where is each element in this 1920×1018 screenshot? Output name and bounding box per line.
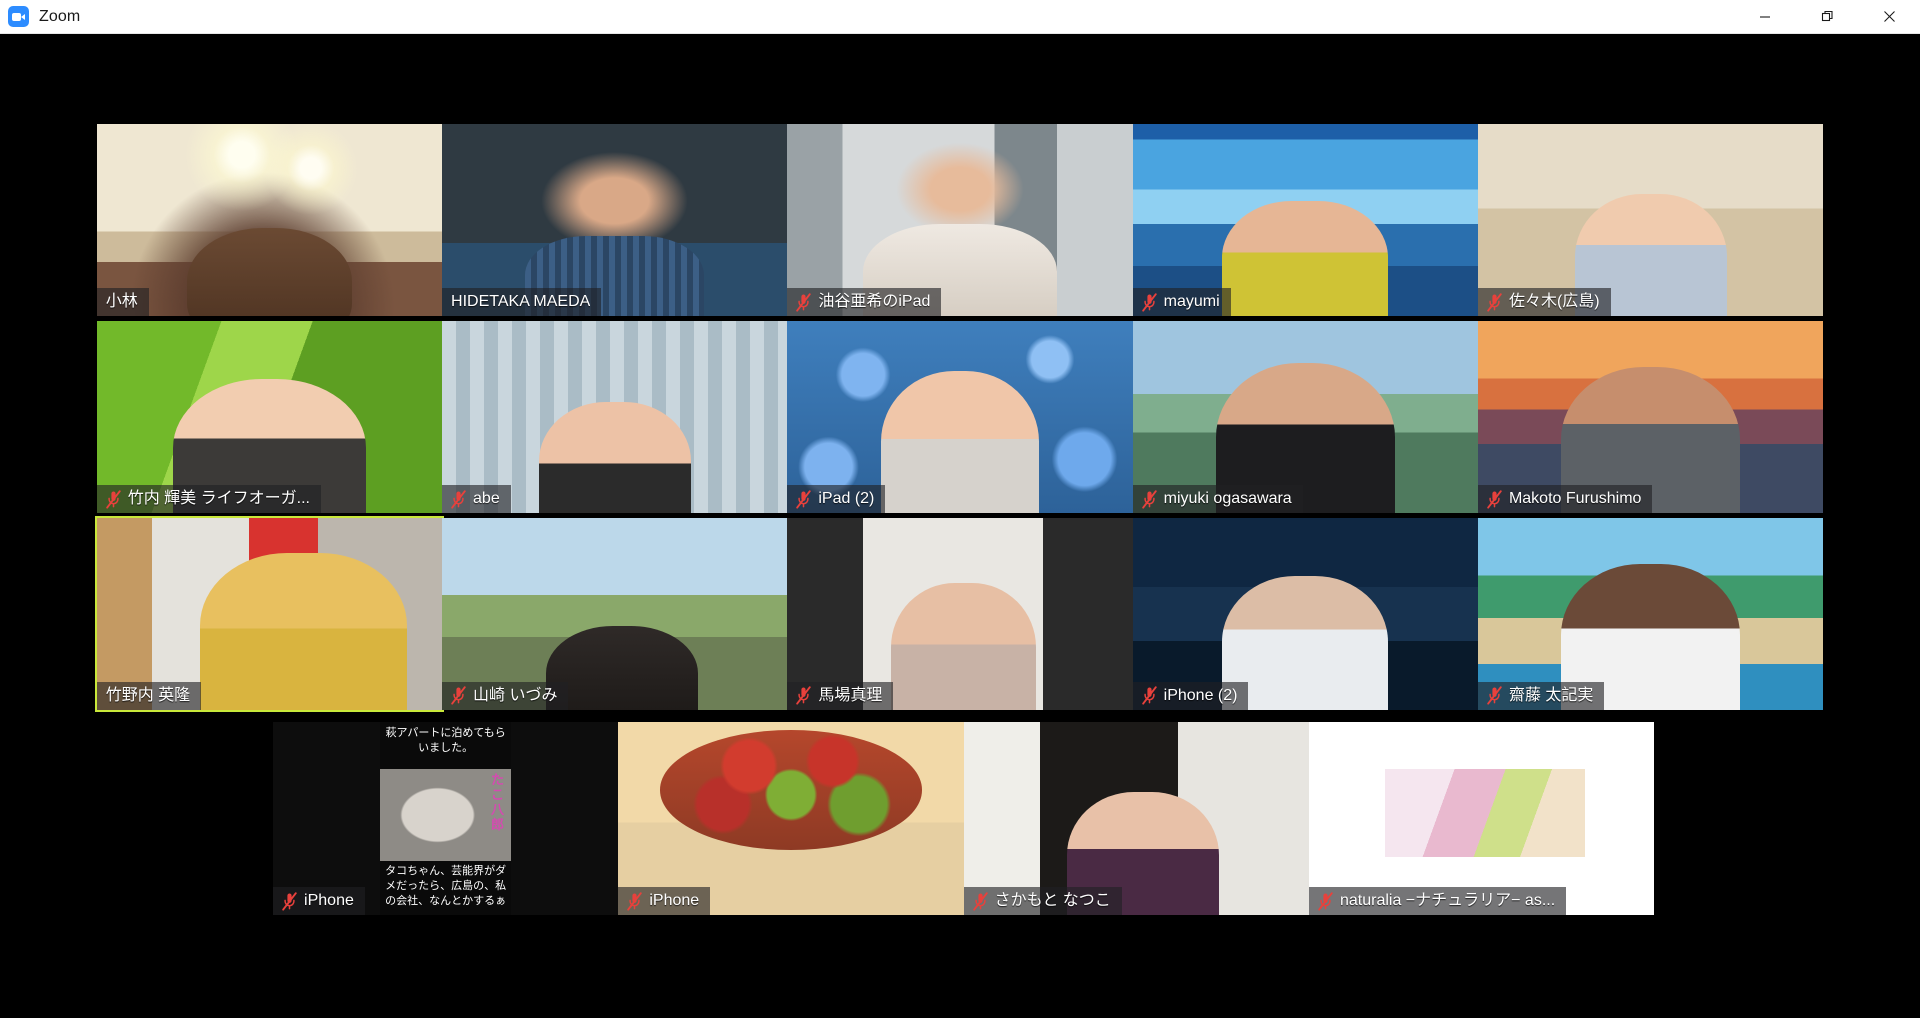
participant-tile[interactable]: iPad (2) bbox=[787, 321, 1133, 514]
participant-nameplate: miyuki ogasawara bbox=[1132, 485, 1303, 514]
window-title: Zoom bbox=[39, 7, 81, 25]
mute-microphone-icon bbox=[1487, 489, 1502, 509]
participant-tile[interactable]: miyuki ogasawara bbox=[1132, 321, 1478, 514]
participant-tile[interactable]: 小林 bbox=[96, 124, 443, 317]
participant-name: iPhone (2) bbox=[1163, 686, 1238, 704]
participant-name: mayumi bbox=[1163, 293, 1220, 311]
participant-nameplate: iPhone bbox=[618, 887, 711, 916]
participant-nameplate: mayumi bbox=[1132, 288, 1231, 317]
participant-tile[interactable]: 竹内 輝美 ライフオーガ... bbox=[96, 321, 443, 514]
participant-name: HIDETAKA MAEDA bbox=[451, 293, 591, 311]
mute-microphone-icon bbox=[282, 892, 297, 911]
video-gallery: 小林 HIDETAKA MAEDA 油谷亜希のiPad mayumi 佐々木(広島… bbox=[0, 34, 1920, 1018]
participant-tile[interactable]: 萩アパートに泊めてもら いました。タコちゃん、芸能界がダ メだったら、広島の、私 の会… bbox=[273, 722, 619, 916]
caption-line: いました。 bbox=[418, 742, 474, 755]
participant-nameplate: 竹野内 英隆 bbox=[96, 681, 202, 710]
participant-name: 山崎 いづみ bbox=[473, 686, 558, 704]
participant-name: 佐々木(広島) bbox=[1508, 293, 1600, 311]
participant-tile[interactable]: abe bbox=[442, 321, 788, 514]
mute-microphone-icon bbox=[451, 489, 466, 509]
participant-nameplate: 馬場真理 bbox=[787, 681, 894, 710]
participant-name: 馬場真理 bbox=[818, 686, 883, 704]
zoom-camera-icon bbox=[8, 6, 29, 27]
participant-name: iPad (2) bbox=[818, 490, 875, 508]
participant-tile[interactable]: mayumi bbox=[1132, 124, 1478, 317]
minimize-icon bbox=[1760, 15, 1770, 18]
participant-name: 油谷亜希のiPad bbox=[818, 293, 931, 311]
participant-name: iPhone bbox=[304, 892, 354, 910]
participant-nameplate: iPhone (2) bbox=[1132, 681, 1249, 710]
participant-name: miyuki ogasawara bbox=[1163, 490, 1292, 508]
participant-tile[interactable]: naturalia −ナチュラリア− as... bbox=[1308, 722, 1655, 916]
participant-name: 齋藤 太記実 bbox=[1508, 686, 1594, 704]
mute-microphone-icon bbox=[1141, 293, 1157, 312]
participant-tile[interactable]: 竹野内 英隆 bbox=[94, 516, 445, 712]
participant-nameplate: iPhone bbox=[273, 887, 365, 916]
participant-name: 竹内 輝美 ライフオーガ... bbox=[127, 490, 310, 508]
mute-microphone-icon bbox=[627, 892, 643, 911]
participant-name: 小林 bbox=[105, 293, 138, 311]
participant-name: iPhone bbox=[649, 892, 700, 910]
mute-microphone-icon bbox=[1141, 489, 1157, 509]
participant-tile[interactable]: 油谷亜希のiPad bbox=[787, 124, 1133, 317]
shared-photo: 萩アパートに泊めてもら いました。タコちゃん、芸能界がダ メだったら、広島の、私 の会… bbox=[380, 722, 512, 916]
mute-microphone-icon bbox=[796, 293, 812, 312]
participant-tile[interactable]: 齋藤 太記実 bbox=[1477, 518, 1824, 710]
title-bar: Zoom bbox=[0, 0, 1920, 34]
participant-tile[interactable]: iPhone (2) bbox=[1132, 518, 1478, 710]
participant-nameplate: naturalia −ナチュラリア− as... bbox=[1308, 887, 1567, 916]
participant-nameplate: 油谷亜希のiPad bbox=[787, 288, 942, 317]
participant-tile[interactable]: さかもと なつこ bbox=[963, 722, 1309, 916]
participant-nameplate: iPad (2) bbox=[787, 485, 886, 514]
participant-nameplate: Makoto Furushimo bbox=[1477, 485, 1653, 514]
mute-microphone-icon bbox=[796, 489, 812, 509]
participant-nameplate: 小林 bbox=[96, 288, 149, 317]
restore-icon bbox=[1821, 10, 1833, 22]
caption-line: メだったら、広島の、私 bbox=[385, 880, 507, 893]
shared-photo-side-caption: たこ八郎 bbox=[491, 772, 505, 833]
window-controls bbox=[1734, 0, 1920, 34]
participant-name: abe bbox=[473, 490, 500, 508]
participant-name: Makoto Furushimo bbox=[1508, 490, 1642, 508]
mute-microphone-icon bbox=[972, 892, 988, 911]
mute-microphone-icon bbox=[1487, 686, 1502, 706]
participant-nameplate: 佐々木(広島) bbox=[1477, 288, 1611, 317]
maximize-button[interactable] bbox=[1796, 0, 1858, 34]
mute-microphone-icon bbox=[105, 489, 121, 509]
participant-tile[interactable]: iPhone bbox=[618, 722, 964, 916]
participant-nameplate: abe bbox=[442, 485, 511, 514]
caption-line: 萩アパートに泊めてもら bbox=[385, 727, 506, 740]
participant-tile[interactable]: 山崎 いづみ bbox=[442, 518, 788, 710]
participant-tile[interactable]: 佐々木(広島) bbox=[1477, 124, 1824, 317]
participant-nameplate: 竹内 輝美 ライフオーガ... bbox=[96, 485, 321, 514]
participant-nameplate: さかもと なつこ bbox=[963, 887, 1122, 916]
participant-nameplate: HIDETAKA MAEDA bbox=[442, 288, 602, 317]
mute-microphone-icon bbox=[796, 686, 812, 706]
participant-nameplate: 山崎 いづみ bbox=[442, 681, 569, 710]
mute-microphone-icon bbox=[1141, 686, 1157, 706]
minimize-button[interactable] bbox=[1734, 0, 1796, 34]
participant-tile[interactable]: HIDETAKA MAEDA bbox=[442, 124, 788, 317]
shared-caption-bottom: タコちゃん、芸能界がダ メだったら、広島の、私 の会社、なんとかするぁ bbox=[380, 861, 512, 916]
participant-name: naturalia −ナチュラリア− as... bbox=[1339, 892, 1556, 910]
participant-name: さかもと なつこ bbox=[994, 892, 1111, 910]
participant-nameplate: 齋藤 太記実 bbox=[1477, 681, 1605, 710]
participant-tile[interactable]: 馬場真理 bbox=[787, 518, 1133, 710]
participant-tile[interactable]: Makoto Furushimo bbox=[1477, 321, 1824, 514]
mute-microphone-icon bbox=[1487, 293, 1502, 312]
mute-microphone-icon bbox=[451, 686, 466, 706]
caption-line: タコちゃん、芸能界がダ bbox=[385, 865, 507, 878]
mute-microphone-icon bbox=[1318, 892, 1333, 911]
participant-name: 竹野内 英隆 bbox=[105, 686, 191, 704]
shared-caption-top: 萩アパートに泊めてもら いました。 bbox=[380, 722, 512, 769]
close-icon bbox=[1883, 11, 1895, 22]
close-button[interactable] bbox=[1858, 0, 1920, 34]
caption-line: の会社、なんとかするぁ bbox=[385, 895, 507, 908]
